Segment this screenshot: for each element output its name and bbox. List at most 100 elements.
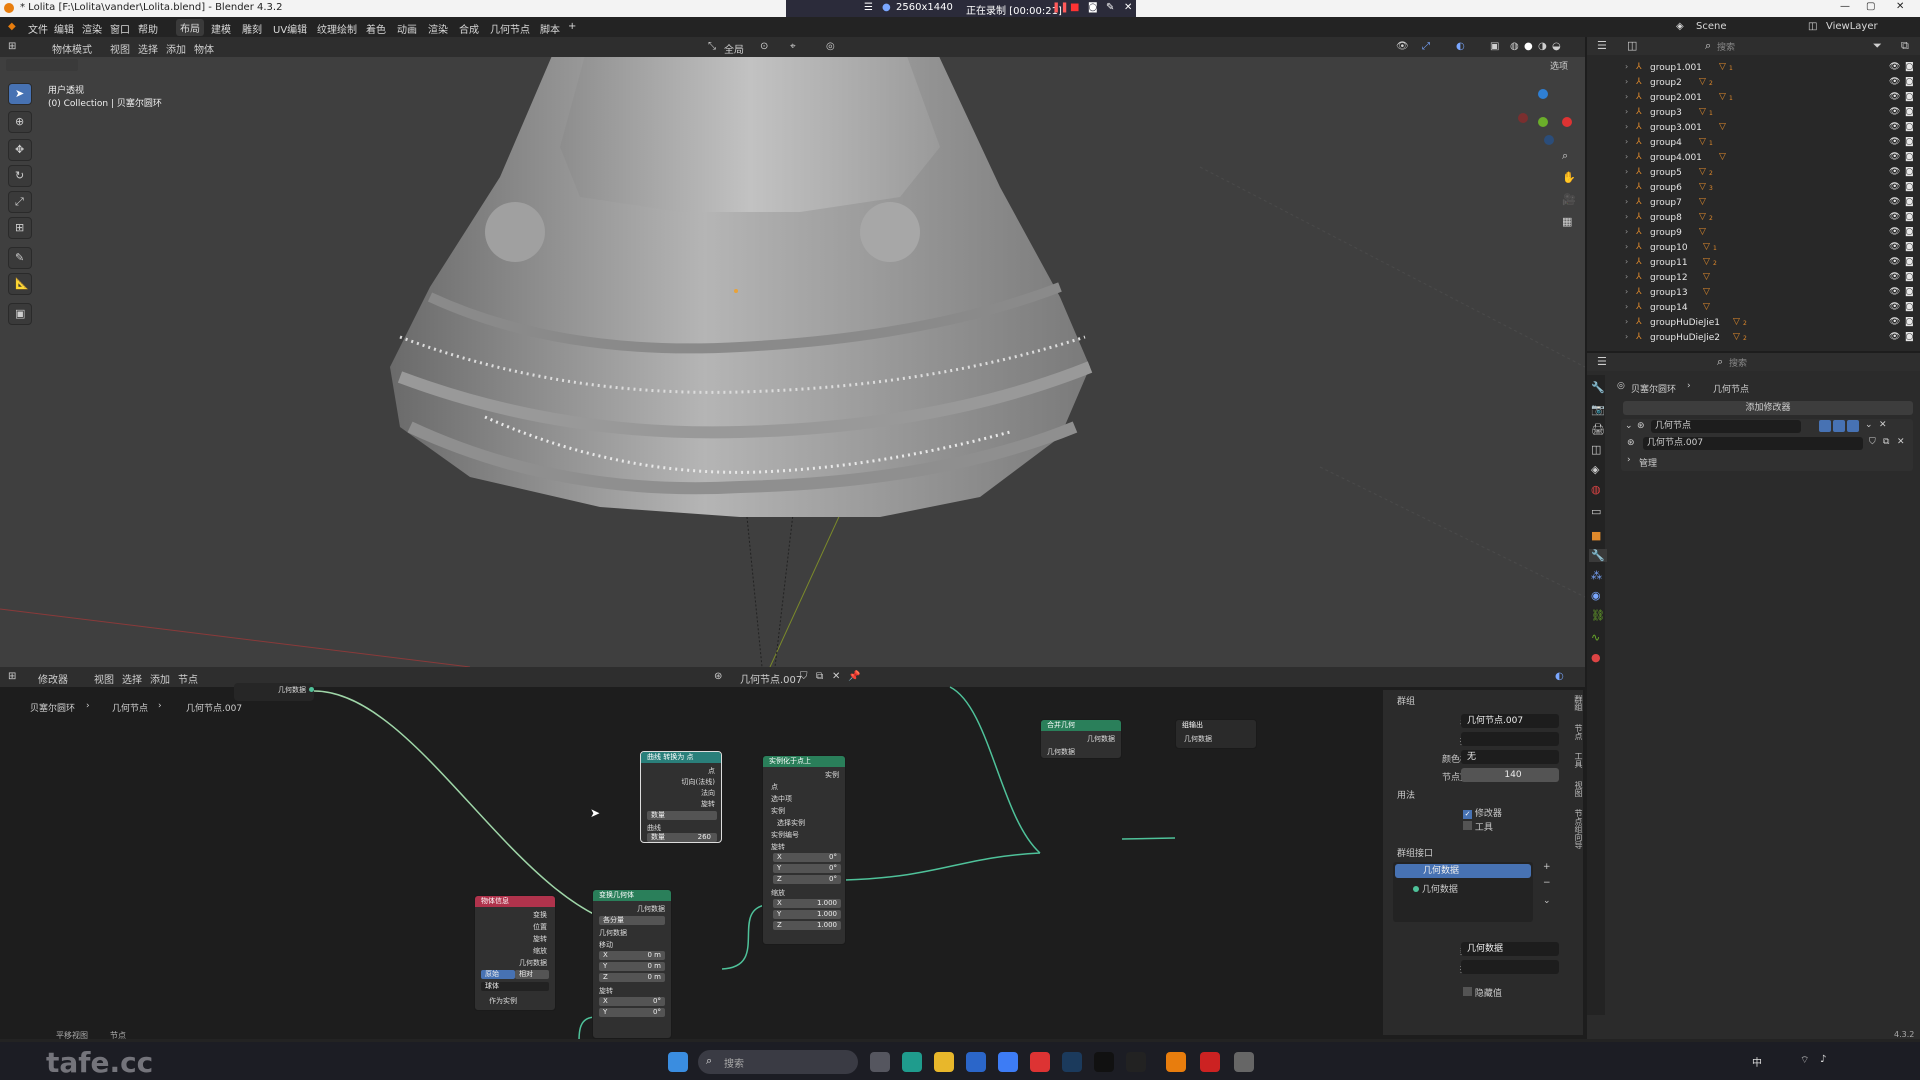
vp-menu-view[interactable]: 视图	[110, 41, 130, 56]
interface-list[interactable]: 几何数据 几何数据	[1393, 862, 1533, 922]
scale-tool[interactable]: ⤢	[8, 191, 32, 213]
axis-neg-x-icon[interactable]	[1518, 113, 1528, 123]
editor-type-icon[interactable]: ⊞	[8, 41, 16, 52]
camera-icon[interactable]: ◙	[1905, 152, 1914, 162]
camera-icon[interactable]: ◙	[1905, 317, 1914, 327]
list-item[interactable]: › ⅄ group8 ▽ 2 👁 ◙	[1587, 211, 1920, 226]
data-tab-icon[interactable]: ∿	[1591, 631, 1600, 644]
navigation-gizmo[interactable]	[1514, 87, 1574, 147]
eye-icon[interactable]: 👁	[1889, 122, 1900, 132]
translate-x-field[interactable]: X 0 m	[599, 951, 665, 960]
list-item[interactable]: › ⅄ group13 ▽ 👁 ◙	[1587, 286, 1920, 301]
close-icon[interactable]: ✕	[1124, 2, 1132, 13]
transform-orientation-icon[interactable]: ⤡	[708, 41, 716, 52]
particles-tab-icon[interactable]: ⁂	[1591, 569, 1602, 582]
realtime-toggle-icon[interactable]	[1819, 420, 1831, 432]
scale-z-field[interactable]: Z 1.000	[773, 921, 841, 930]
shading-solid-icon[interactable]: ●	[1524, 41, 1533, 52]
file-explorer-icon[interactable]	[934, 1052, 954, 1072]
expand-icon[interactable]: ›	[1625, 197, 1628, 206]
unlink-icon[interactable]: ✕	[1897, 437, 1905, 447]
expand-icon[interactable]: ›	[1625, 137, 1628, 146]
description-field[interactable]	[1461, 732, 1559, 746]
menu-file[interactable]: 文件	[28, 21, 48, 36]
toggle-original[interactable]: 原始	[481, 970, 515, 979]
gizmo-icon[interactable]: ⤢	[1422, 41, 1430, 52]
eye-icon[interactable]: 👁	[1889, 137, 1900, 147]
xray-icon[interactable]: ▣	[1490, 41, 1499, 52]
tab-view[interactable]: 视图	[1574, 781, 1583, 797]
tab-tool[interactable]: 工具	[1574, 752, 1583, 768]
node-join-geometry[interactable]: 合并几何 几何数据 几何数据	[1040, 719, 1122, 759]
tab-animation[interactable]: 动画	[397, 21, 417, 36]
blender-menu-icon[interactable]: ◆	[8, 21, 16, 32]
camera-icon[interactable]: ◙	[1905, 272, 1914, 282]
select-mode-buttons[interactable]	[6, 59, 78, 71]
visibility-icon[interactable]: 👁	[1396, 41, 1409, 52]
node-group-output[interactable]: 组输出 几何数据	[1175, 719, 1257, 749]
mode-select[interactable]: 数量	[647, 811, 717, 820]
expand-icon[interactable]: ›	[1625, 227, 1628, 236]
annotate-tool[interactable]: ✎	[8, 247, 32, 269]
pan-icon[interactable]: ✋	[1562, 171, 1576, 184]
shading-render-icon[interactable]: ◒	[1552, 41, 1561, 52]
menu-window[interactable]: 窗口	[110, 21, 130, 36]
edge-icon[interactable]	[902, 1052, 922, 1072]
eye-icon[interactable]: 👁	[1889, 332, 1900, 342]
expand-icon[interactable]: ›	[1625, 242, 1628, 251]
expand-icon[interactable]: ›	[1625, 257, 1628, 266]
settings-icon[interactable]	[1234, 1052, 1254, 1072]
output-tab-icon[interactable]: 🖨	[1591, 423, 1605, 436]
wechat-icon[interactable]	[1126, 1052, 1146, 1072]
scene-tab-icon[interactable]: ◈	[1591, 463, 1599, 476]
usage-tool-checkbox[interactable]: 工具	[1463, 820, 1493, 833]
rotate-y-field[interactable]: Y 0°	[599, 1008, 665, 1017]
render-tab-icon[interactable]: 📷	[1591, 403, 1605, 416]
ne-overlay-icon[interactable]: ◐	[1555, 671, 1564, 682]
expand-icon[interactable]: ›	[1625, 152, 1628, 161]
color-tag-select[interactable]: 无	[1461, 750, 1559, 764]
expand-icon[interactable]: ›	[1625, 107, 1628, 116]
eye-icon[interactable]: 👁	[1889, 257, 1900, 267]
stop-icon[interactable]: ■	[1070, 2, 1079, 13]
expand-icon[interactable]: ›	[1625, 332, 1628, 341]
zoom-icon[interactable]: ⌕	[1562, 149, 1568, 163]
camera-icon[interactable]: ◙	[1905, 92, 1914, 102]
proportional-edit-icon[interactable]: ◎	[826, 41, 835, 52]
camera-icon[interactable]: ◙	[1905, 107, 1914, 117]
node-curve-to-points[interactable]: 曲线 转换为 点 点 切向(法线) 法向 旋转 数量 曲线 数量 260	[640, 751, 722, 843]
wps-icon[interactable]	[1030, 1052, 1050, 1072]
list-item[interactable]: › ⅄ group14 ▽ 👁 ◙	[1587, 301, 1920, 316]
list-item[interactable]: › ⅄ group11 ▽ 2 👁 ◙	[1587, 256, 1920, 271]
chevron-down-icon[interactable]: ⌄	[1543, 896, 1551, 906]
list-item[interactable]: › ⅄ group6 ▽ 3 👁 ◙	[1587, 181, 1920, 196]
app-icon[interactable]	[998, 1052, 1018, 1072]
view-layer-name[interactable]: ViewLayer	[1826, 21, 1878, 32]
blender-taskbar-icon[interactable]	[1166, 1052, 1186, 1072]
vp-menu-select[interactable]: 选择	[138, 41, 158, 56]
list-item[interactable]: › ⅄ group3 ▽ 1 👁 ◙	[1587, 106, 1920, 121]
list-item[interactable]: › ⅄ groupHuDieJie2 ▽ 2 👁 ◙	[1587, 331, 1920, 346]
mode-select[interactable]: 各分量	[599, 916, 665, 925]
3d-viewport[interactable]: ⊞ 物体模式 视图 选择 添加 物体 ⤡ 全局 ⊙ ⌖ ◎ 👁 ⤢ ◐ ▣ ◍ …	[0, 37, 1585, 667]
steam-icon[interactable]	[1062, 1052, 1082, 1072]
eye-icon[interactable]: 👁	[1889, 242, 1900, 252]
tab-scripting[interactable]: 脚本	[540, 21, 560, 36]
filter-icon[interactable]: ⏷	[1873, 39, 1882, 53]
expand-icon[interactable]: ›	[1625, 182, 1628, 191]
tab-modeling[interactable]: 建模	[211, 21, 231, 36]
list-item[interactable]: › ⅄ group9 ▽ 👁 ◙	[1587, 226, 1920, 241]
eye-icon[interactable]: 👁	[1889, 107, 1900, 117]
minimize-icon[interactable]: —	[1840, 1, 1850, 12]
toggle-relative[interactable]: 相对	[515, 970, 549, 979]
usage-modifier-checkbox[interactable]: ✓ 修改器	[1463, 806, 1502, 819]
list-item[interactable]: › ⅄ group10 ▽ 1 👁 ◙	[1587, 241, 1920, 256]
interface-item-output[interactable]: 几何数据	[1395, 864, 1531, 878]
as-instance-checkbox[interactable]: 作为实例	[489, 996, 517, 1006]
hide-value-checkbox[interactable]: 隐藏值	[1463, 986, 1502, 999]
task-view-icon[interactable]	[870, 1052, 890, 1072]
camera-icon[interactable]: ◙	[1905, 242, 1914, 252]
tab-uv[interactable]: UV编辑	[273, 21, 307, 36]
translate-z-field[interactable]: Z 0 m	[599, 973, 665, 982]
translate-y-field[interactable]: Y 0 m	[599, 962, 665, 971]
